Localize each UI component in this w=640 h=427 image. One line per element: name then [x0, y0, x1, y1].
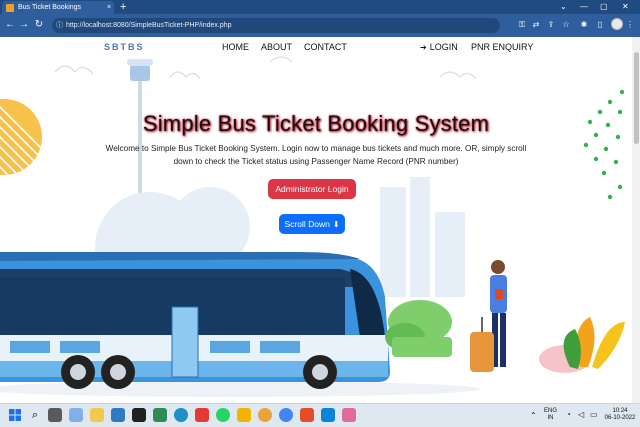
edge-browser-icon[interactable] [174, 408, 188, 422]
brand-logo[interactable]: SBTBS [104, 42, 145, 52]
scrollbar-thumb[interactable] [634, 52, 639, 144]
url-text: http://localhost:8080/SimpleBusTicket-PH… [66, 22, 232, 29]
tab-close-icon[interactable]: × [104, 4, 114, 11]
browser-tab[interactable]: Bus Ticket Bookings × [2, 1, 114, 14]
nav-pnr-enquiry[interactable]: PNR ENQUIRY [471, 42, 533, 52]
address-bar: ← → ↻ ⓘ http://localhost:8080/SimpleBusT… [0, 14, 640, 37]
administrator-login-label: Administrator Login [275, 184, 349, 194]
favicon-icon [6, 3, 14, 12]
minimize-button[interactable]: — [580, 0, 588, 14]
site-info-icon[interactable]: ⓘ [56, 18, 63, 33]
sidebar-icon[interactable]: ▯ [594, 18, 606, 32]
nav-about[interactable]: ABOUT [261, 42, 292, 52]
media-player-icon[interactable] [300, 408, 314, 422]
tray-chevron-icon[interactable]: ⌃ [530, 412, 537, 420]
tab-search-icon[interactable]: ⌄ [560, 0, 567, 14]
terminal-icon[interactable] [132, 408, 146, 422]
back-icon[interactable]: ← [4, 18, 16, 32]
scroll-down-button[interactable]: Scroll Down ⬇ [279, 214, 345, 234]
nav-contact[interactable]: CONTACT [304, 42, 347, 52]
paint-icon[interactable] [342, 408, 356, 422]
windows-start-icon[interactable] [8, 408, 22, 422]
task-view-icon[interactable] [48, 408, 62, 422]
traveler-illustration [470, 260, 507, 372]
folder-icon[interactable] [237, 408, 251, 422]
hero-description: Welcome to Simple Bus Ticket Booking Sys… [105, 144, 527, 166]
url-field[interactable]: ⓘ http://localhost:8080/SimpleBusTicket-… [52, 18, 500, 33]
reload-icon[interactable]: ↻ [33, 18, 45, 32]
clock-time: 10:24 [612, 408, 628, 414]
close-window-button[interactable]: ✕ [622, 0, 629, 14]
new-tab-button[interactable]: + [120, 0, 126, 14]
yellow-circle-decoration [0, 99, 42, 175]
whatsapp-icon[interactable] [216, 408, 230, 422]
nav-login-label: LOGIN [429, 42, 458, 52]
file-explorer-icon[interactable] [90, 408, 104, 422]
hero-title: Simple Bus Ticket Booking System [142, 111, 490, 136]
clock-date: 06-10-2022 [604, 415, 636, 421]
bush-illustration [385, 300, 452, 357]
browser-tab-strip: Bus Ticket Bookings × + ⌄ — ▢ ✕ [0, 0, 640, 14]
vscode-icon[interactable] [321, 408, 335, 422]
plants-illustration [539, 317, 625, 373]
arrow-down-icon: ⬇ [332, 219, 340, 229]
page-viewport: SBTBS HOME ABOUT CONTACT ➔ LOGIN PNR ENQ… [0, 37, 632, 403]
windows-taskbar: ⌕ ⌃ ENG IN ◔ ◁ ▭ 10:24 06-10-2022 [0, 403, 640, 427]
share-icon[interactable]: ⇪ [545, 18, 557, 32]
chrome-icon[interactable] [279, 408, 293, 422]
bookmark-star-icon[interactable]: ☆ [560, 18, 572, 32]
maximize-button[interactable]: ▢ [600, 0, 608, 14]
youtube-icon[interactable] [195, 408, 209, 422]
tab-title: Bus Ticket Bookings [18, 4, 82, 11]
scroll-down-label: Scroll Down [284, 219, 330, 229]
clock[interactable]: 10:24 06-10-2022 [602, 408, 638, 422]
extensions-icon[interactable]: ✱ [578, 18, 590, 32]
bus-illustration [0, 252, 390, 389]
wifi-icon[interactable]: ◔ [566, 411, 571, 419]
search-icon[interactable]: ⌕ [28, 408, 42, 422]
language-region: IN [547, 415, 554, 421]
mail-icon[interactable] [111, 408, 125, 422]
translate-icon[interactable]: ⇄ [530, 18, 542, 32]
green-dots-decoration [583, 89, 625, 200]
nav-home[interactable]: HOME [222, 42, 249, 52]
battery-icon[interactable]: ▭ [590, 411, 598, 419]
menu-icon[interactable]: ⋮ [624, 18, 636, 32]
volume-icon[interactable]: ◁ [578, 411, 584, 419]
login-icon: ➔ [420, 42, 427, 52]
nav-login[interactable]: ➔ LOGIN [420, 42, 458, 52]
administrator-login-button[interactable]: Administrator Login [268, 179, 356, 199]
weather-widget-icon[interactable] [69, 408, 83, 422]
forward-icon[interactable]: → [18, 18, 30, 32]
language-indicator[interactable]: ENG IN [544, 408, 557, 422]
key-icon[interactable]: ⚿ [516, 18, 528, 32]
xampp-icon[interactable] [258, 408, 272, 422]
language-code: ENG [544, 408, 558, 414]
profile-avatar[interactable] [611, 18, 623, 30]
spreadsheet-icon[interactable] [153, 408, 167, 422]
